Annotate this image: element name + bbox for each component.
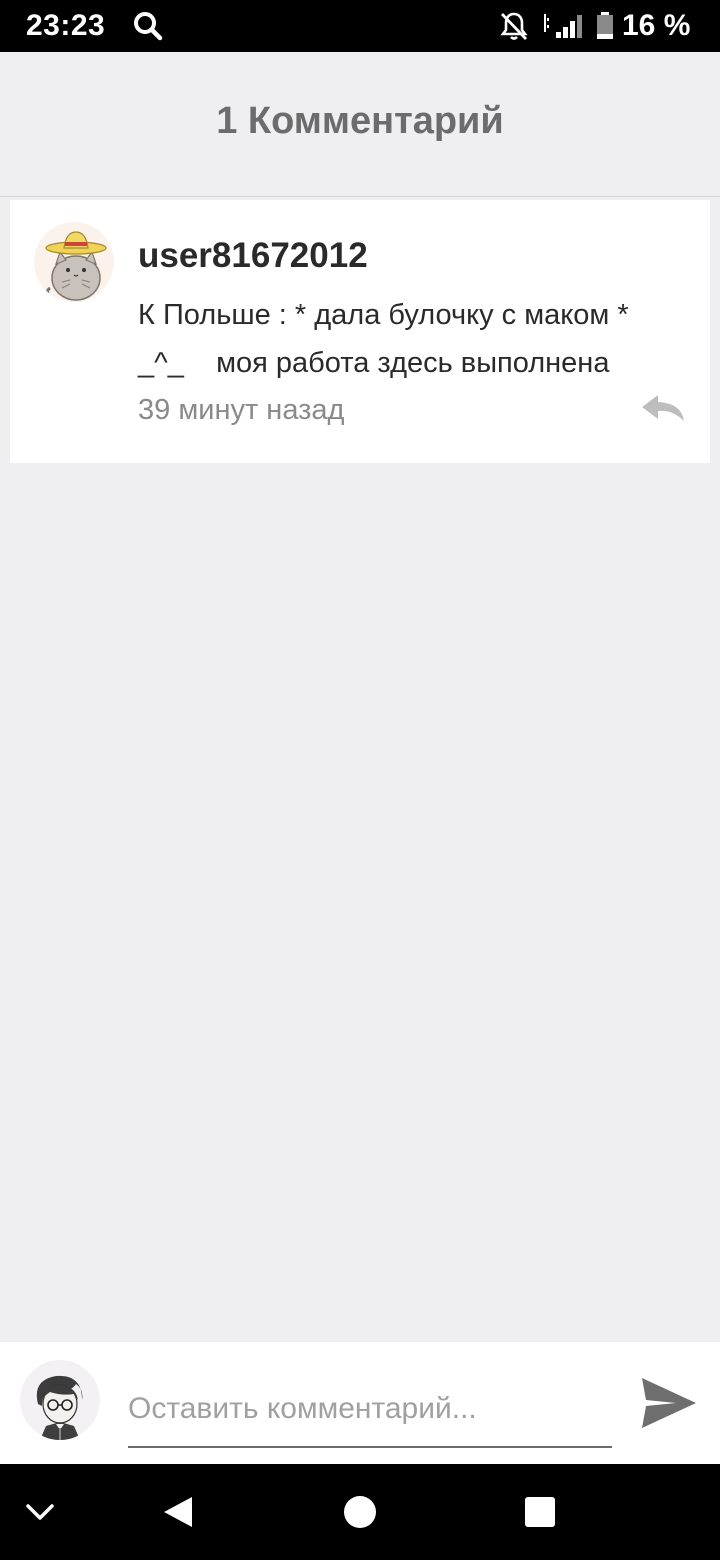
back-icon[interactable] (138, 1464, 218, 1560)
reply-icon[interactable] (640, 393, 686, 423)
comment-input-bar (0, 1342, 720, 1464)
home-icon[interactable] (320, 1464, 400, 1560)
comment-timestamp: 39 минут назад (138, 394, 345, 426)
send-button[interactable] (638, 1372, 700, 1434)
search-icon (134, 12, 163, 41)
user-avatar (20, 1360, 100, 1440)
navigation-bar (0, 1464, 720, 1560)
notifications-muted-icon (500, 12, 528, 40)
battery-icon (597, 12, 613, 39)
status-bar: 23:23 16 % (0, 0, 720, 52)
recents-icon[interactable] (500, 1464, 580, 1560)
comment-text: К Польше : * дала булочку с маком * _^_ … (138, 299, 629, 379)
chevron-down-icon[interactable] (0, 1464, 80, 1560)
status-time: 23:23 (26, 9, 106, 42)
comment-input[interactable] (128, 1372, 612, 1448)
send-icon (642, 1378, 696, 1428)
battery-percent: 16 % (622, 9, 691, 42)
screen: 23:23 16 % 1 Комментарий user81672012 К … (0, 0, 720, 1560)
signal-icon (544, 14, 582, 38)
comment-username[interactable]: user81672012 (138, 236, 368, 276)
page-title: 1 Комментарий (216, 99, 504, 142)
comments-header: 1 Комментарий (0, 52, 720, 197)
cat-sombrero-avatar[interactable] (34, 222, 114, 302)
comment-item: user81672012 К Польше : * дала булочку с… (10, 200, 710, 463)
